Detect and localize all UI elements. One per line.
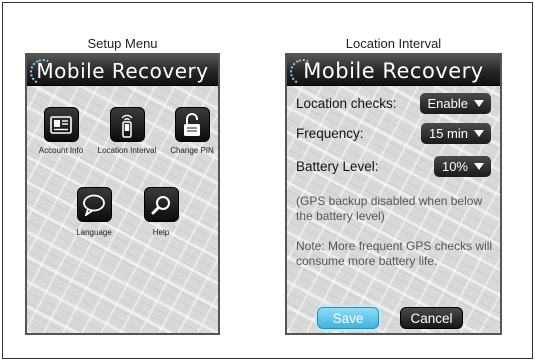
help-button[interactable]: Help: [131, 187, 191, 237]
location-interval-button[interactable]: Location Interval: [97, 107, 157, 155]
app-title: Mobile Recovery: [303, 59, 484, 83]
location-checks-row: Location checks: Enable: [296, 92, 491, 114]
battery-usage-note: Note: More frequent GPS checks will cons…: [296, 239, 493, 268]
location-checks-label: Location checks:: [296, 95, 397, 111]
unlock-icon: [174, 107, 210, 142]
app-banner: Mobile Recovery: [287, 55, 500, 86]
frequency-label: Frequency:: [296, 125, 364, 141]
contact-card-icon: [43, 107, 79, 142]
app-banner: Mobile Recovery: [27, 55, 218, 86]
magnifier-icon: [143, 187, 179, 222]
location-checks-value: Enable: [427, 95, 468, 111]
chevron-down-icon: [474, 99, 484, 107]
language-button[interactable]: Language: [64, 187, 124, 237]
setup-menu-caption: Setup Menu: [87, 36, 158, 51]
frequency-row: Frequency: 15 min: [296, 122, 491, 144]
language-label: Language: [76, 228, 112, 237]
change-pin-label: Change PIN: [170, 146, 214, 155]
location-interval-screen: Mobile Recovery Location checks: Enable …: [285, 53, 502, 335]
battery-level-label: Battery Level:: [296, 158, 379, 174]
gps-backup-note: (GPS backup disabled when below the batt…: [296, 194, 483, 223]
battery-level-value: 10%: [441, 158, 468, 174]
frequency-dropdown[interactable]: 15 min: [420, 122, 491, 144]
setup-menu-screen: Mobile Recovery Account Info Location In…: [25, 53, 220, 335]
account-info-label: Account Info: [38, 146, 84, 155]
location-checks-dropdown[interactable]: Enable: [419, 92, 491, 114]
chevron-down-icon: [474, 162, 484, 170]
cancel-button[interactable]: Cancel: [400, 307, 463, 329]
battery-level-dropdown[interactable]: 10%: [433, 155, 491, 177]
frequency-value: 15 min: [428, 125, 468, 141]
speech-bubble-icon: [76, 187, 112, 222]
help-label: Help: [152, 228, 170, 237]
change-pin-button[interactable]: Change PIN: [162, 107, 218, 155]
save-button[interactable]: Save: [317, 307, 379, 329]
location-interval-label: Location Interval: [97, 146, 157, 155]
location-interval-caption: Location Interval: [345, 36, 442, 51]
chevron-down-icon: [474, 129, 484, 137]
app-title: Mobile Recovery: [36, 59, 209, 83]
account-info-button[interactable]: Account Info: [31, 107, 91, 155]
phone-signal-icon: [109, 107, 145, 142]
battery-level-row: Battery Level: 10%: [296, 155, 491, 177]
